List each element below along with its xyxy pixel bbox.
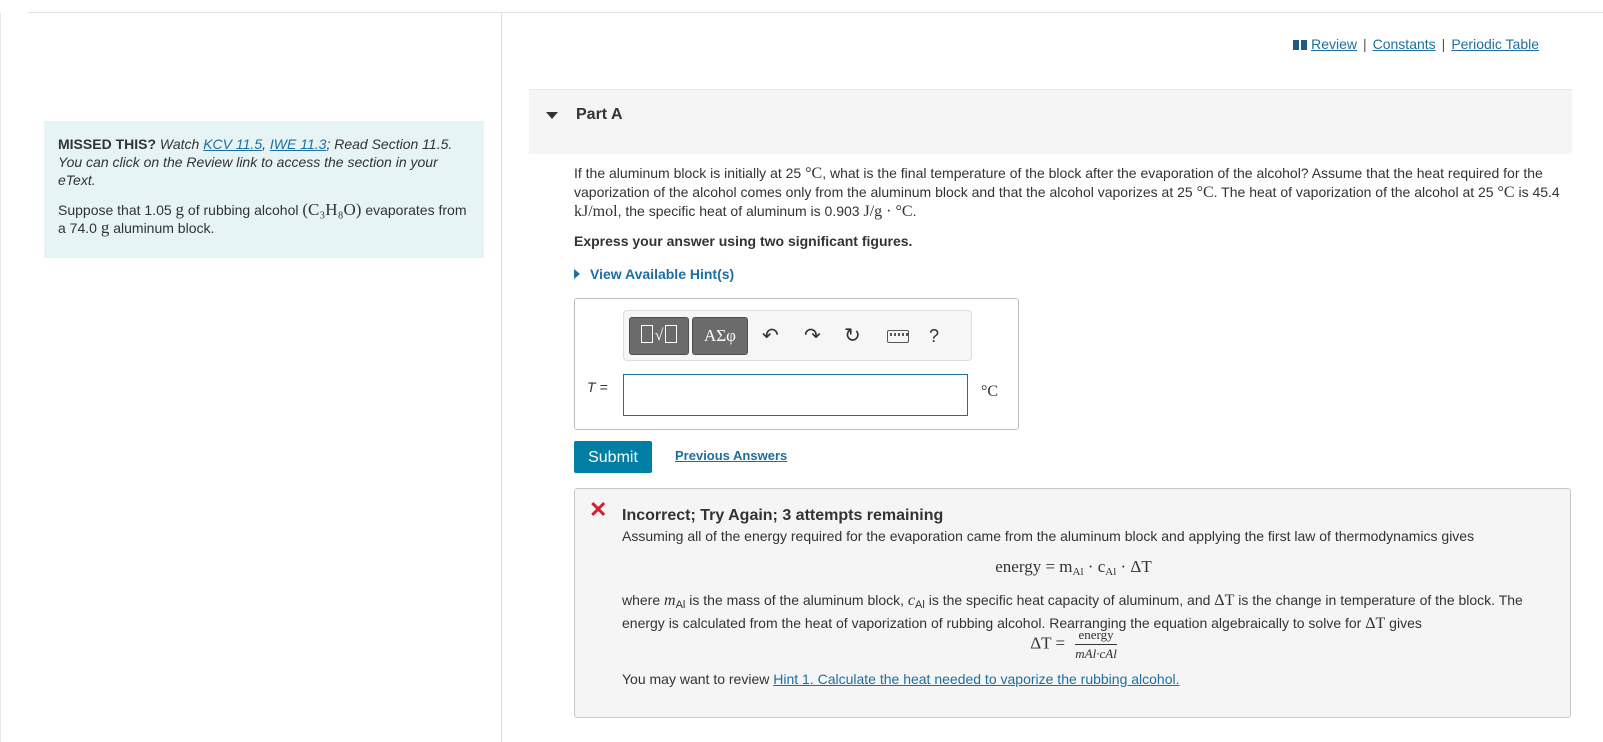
previous-answers-link[interactable]: Previous Answers	[675, 448, 787, 463]
feedback-title: Incorrect; Try Again; 3 attempts remaini…	[622, 507, 944, 524]
deg-c: °C	[1196, 184, 1214, 201]
q-mid: of rubbing alcohol	[184, 202, 303, 218]
p2-c: c	[907, 592, 916, 609]
keyboard-icon[interactable]	[887, 330, 909, 343]
unit-kjmol: kJ/mol	[574, 203, 618, 220]
p2d: is the specific heat capacity of aluminu…	[924, 592, 1215, 608]
eq1-c: · c	[1083, 557, 1106, 576]
p2-m: m	[664, 592, 676, 609]
eq1-lhs: energy = m	[995, 557, 1073, 576]
deg-c: °C	[1497, 184, 1515, 201]
eq1-dt: · ΔT	[1116, 557, 1152, 576]
fraction: energy mAl·cAl	[1075, 627, 1117, 662]
q1e: , the specific heat of aluminum is 0.903	[617, 203, 864, 219]
unit-jg: J/g · °C	[863, 203, 913, 220]
feedback-paragraph-3: You may want to review Hint 1. Calculate…	[622, 670, 1557, 688]
p3-text: You may want to review	[622, 671, 774, 687]
fraction-numerator: energy	[1075, 627, 1117, 645]
comma-text: ,	[262, 136, 270, 152]
view-hints-toggle[interactable]: View Available Hint(s)	[574, 266, 734, 282]
radical-icon: √	[654, 327, 664, 344]
part-a-header[interactable]: Part A	[529, 89, 1572, 154]
incorrect-x-icon: ✕	[589, 497, 608, 522]
deg-c: °C	[805, 165, 823, 182]
math-toolbar: √ ΑΣφ ↶ ↷ ↻ ?	[623, 310, 972, 361]
greek-symbols-button[interactable]: ΑΣφ	[692, 317, 748, 355]
book-icon	[1293, 40, 1308, 50]
sub-al: Al	[1072, 566, 1084, 578]
sub-al: Al	[675, 599, 686, 611]
submit-button[interactable]: Submit	[574, 441, 652, 473]
unit-g: g	[175, 200, 185, 219]
express-instruction: Express your answer using two significan…	[574, 233, 913, 249]
periodic-table-link[interactable]: Periodic Table	[1451, 36, 1539, 52]
q1a: If the aluminum block is initially at 25	[574, 165, 806, 181]
templates-button[interactable]: √	[629, 317, 689, 355]
separator: |	[1362, 36, 1367, 52]
variable-label: T =	[587, 379, 608, 395]
missed-this-text: MISSED THIS? Watch KCV 11.5, IWE 11.3; R…	[58, 135, 470, 189]
p2b: is the mass of the aluminum block,	[685, 592, 908, 608]
kcv-link[interactable]: KCV 11.5	[203, 136, 262, 152]
alcohol-formula: (C₃H₈O)	[302, 200, 362, 219]
constants-link[interactable]: Constants	[1373, 36, 1436, 52]
template-square-icon	[665, 325, 678, 343]
feedback-panel: ✕ Incorrect; Try Again; 3 attempts remai…	[574, 488, 1571, 718]
hint-1-link[interactable]: Hint 1. Calculate the heat needed to vap…	[773, 671, 1179, 687]
problem-statement: Suppose that 1.05 g of rubbing alcohol (…	[58, 201, 470, 237]
missed-this-label: MISSED THIS?	[58, 136, 157, 152]
hints-label: View Available Hint(s)	[590, 266, 735, 282]
q-pre: Suppose that 1.05	[58, 202, 176, 218]
q1d: is 45.4	[1514, 184, 1560, 200]
missed-this-panel: MISSED THIS? Watch KCV 11.5, IWE 11.3; R…	[44, 121, 484, 258]
separator: |	[1441, 36, 1446, 52]
p2-dt: ΔT	[1214, 592, 1235, 609]
sub-al: Al	[915, 599, 925, 611]
iwe-link[interactable]: IWE 11.3	[270, 136, 327, 152]
part-title: Part A	[576, 106, 623, 123]
reset-icon[interactable]: ↻	[844, 325, 861, 347]
var-text: T =	[587, 379, 608, 395]
answer-box: √ ΑΣφ ↶ ↷ ↻ ? T = °C	[574, 298, 1019, 430]
eq2-lhs: ΔT =	[1030, 633, 1070, 653]
sub-al: Al	[1105, 566, 1117, 578]
fraction-denominator: mAl·cAl	[1075, 646, 1117, 661]
template-square-icon	[640, 325, 653, 343]
undo-icon[interactable]: ↶	[762, 325, 779, 347]
q1f: .	[912, 203, 917, 219]
answer-unit: °C	[981, 383, 999, 400]
answer-input[interactable]	[623, 374, 968, 416]
feedback-paragraph-1: Assuming all of the energy required for …	[622, 528, 1475, 544]
equation-2: ΔT = energy mAl·cAl	[575, 627, 1572, 662]
help-button[interactable]: ?	[929, 325, 939, 347]
review-link[interactable]: Review	[1311, 36, 1357, 52]
resource-links: Review | Constants | Periodic Table	[1293, 36, 1539, 52]
watch-text: Watch	[156, 136, 204, 152]
redo-icon[interactable]: ↷	[804, 325, 821, 347]
question-text: If the aluminum block is initially at 25…	[574, 164, 1574, 221]
q-end: aluminum block.	[109, 220, 215, 236]
p2a: where	[622, 592, 665, 608]
expand-triangle-icon	[574, 269, 580, 279]
collapse-triangle-icon[interactable]	[546, 112, 558, 119]
equation-1: energy = mAl · cAl · ΔT	[575, 557, 1572, 578]
q1c: . The heat of vaporization of the alcoho…	[1213, 184, 1498, 200]
